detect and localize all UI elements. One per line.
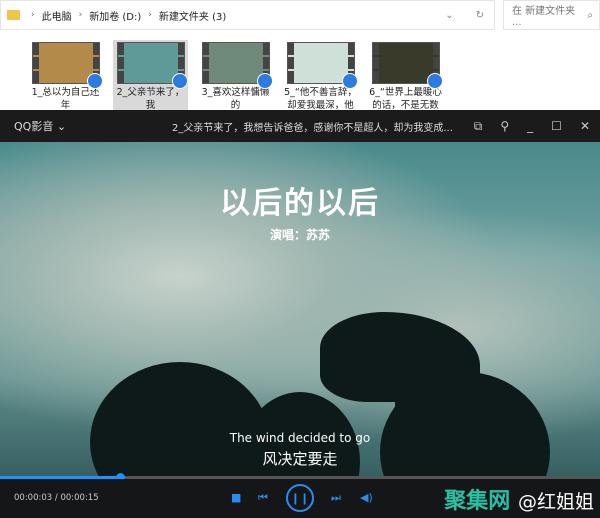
time-display: 00:00:03 / 00:00:15 — [14, 493, 99, 503]
pin-icon[interactable]: ⚲ — [500, 119, 509, 134]
breadcrumb-item[interactable]: 新加卷 (D:) — [89, 8, 141, 23]
search-icon: ⌕ — [587, 9, 593, 21]
chevron-icon: › — [78, 10, 83, 20]
subtitle-english: The wind decided to go — [229, 431, 371, 445]
file-item[interactable]: 2_父亲节来了，我想告诉爸爸，感谢 — [113, 40, 188, 137]
chevron-icon: › — [31, 10, 35, 20]
watermark: 聚集网 @红姐姐 — [444, 489, 594, 514]
refresh-icon[interactable]: ↻ — [476, 10, 484, 21]
video-title: 以后的以后 — [220, 186, 380, 221]
address-bar[interactable]: › 此电脑 › 新加卷 (D:) › 新建文件夹 (3) ⌄ ↻ — [0, 0, 495, 30]
file-item[interactable]: 1_总以为自己还年轻.mp4 — [28, 40, 103, 124]
stop-icon[interactable]: ■ — [231, 491, 241, 504]
volume-icon[interactable]: ◀) — [360, 491, 373, 504]
file-name: 2_父亲节来了，我 — [116, 87, 185, 111]
close-button[interactable]: ✕ — [580, 119, 590, 134]
chevron-icon: › — [148, 10, 152, 20]
qq-player-icon — [171, 73, 188, 89]
qq-player-icon — [341, 73, 358, 89]
file-item[interactable]: 3_喜欢这样慵懒的午后，温柔的风 — [198, 40, 273, 124]
next-icon[interactable]: ⏭ — [331, 491, 341, 505]
file-item[interactable]: 5_“他不善言辞，却爱我最深，他不 — [283, 40, 358, 124]
subtitle-chinese: 风决定要走 — [262, 450, 338, 468]
video-thumbnail — [371, 42, 443, 89]
minimize-button[interactable]: _ — [527, 119, 533, 134]
app-menu[interactable]: QQ影音 ⌄ — [0, 118, 66, 134]
control-bar: 00:00:03 / 00:00:15 ■ ⏮ ❙❙ ⏭ ◀) 聚集网 @红姐姐 — [0, 479, 600, 518]
video-thumbnail — [31, 42, 103, 89]
folder-icon — [7, 10, 20, 20]
video-thumbnail — [116, 42, 188, 89]
search-placeholder: 在 新建文件夹 ... — [512, 6, 576, 28]
qq-player-icon — [256, 73, 273, 89]
previous-icon[interactable]: ⏮ — [258, 491, 268, 505]
file-item[interactable]: 6_“世界上最暖心的话，不是无数的 — [368, 40, 443, 124]
file-list: 1_总以为自己还年轻.mp42_父亲节来了，我想告诉爸爸，感谢3_喜欢这样慵懒的… — [28, 40, 443, 137]
video-thumbnail — [286, 42, 358, 89]
video-name: 2_父亲节来了，我想告诉爸爸，感谢你不是超人，却为我变成... — [172, 122, 453, 134]
breadcrumb-item[interactable]: 此电脑 — [42, 8, 72, 23]
pip-icon[interactable]: ⧉ — [474, 119, 483, 134]
qq-player-icon — [86, 73, 103, 89]
video-player: QQ影音 ⌄ 2_父亲节来了，我想告诉爸爸，感谢你不是超人，却为我变成... ⧉… — [0, 110, 600, 518]
dropdown-icon[interactable]: ⌄ — [445, 10, 453, 21]
file-name: 1_总以为自己还年 — [31, 87, 100, 111]
qq-player-icon — [426, 73, 443, 89]
pause-button[interactable]: ❙❙ — [286, 484, 314, 512]
video-thumbnail — [201, 42, 273, 89]
player-titlebar: QQ影音 ⌄ 2_父亲节来了，我想告诉爸爸，感谢你不是超人，却为我变成... ⧉… — [0, 110, 600, 142]
video-singer: 演唱：苏苏 — [269, 228, 330, 242]
file-name: 3_喜欢这样慵懒的 — [201, 87, 270, 111]
breadcrumb-item[interactable]: 新建文件夹 (3) — [159, 8, 226, 23]
search-input[interactable]: 在 新建文件夹 ... ⌕ — [503, 0, 600, 30]
video-frame[interactable]: 以后的以后 演唱：苏苏 The wind decided to go 风决定要走 — [0, 142, 600, 478]
maximize-button[interactable]: ☐ — [551, 119, 562, 134]
